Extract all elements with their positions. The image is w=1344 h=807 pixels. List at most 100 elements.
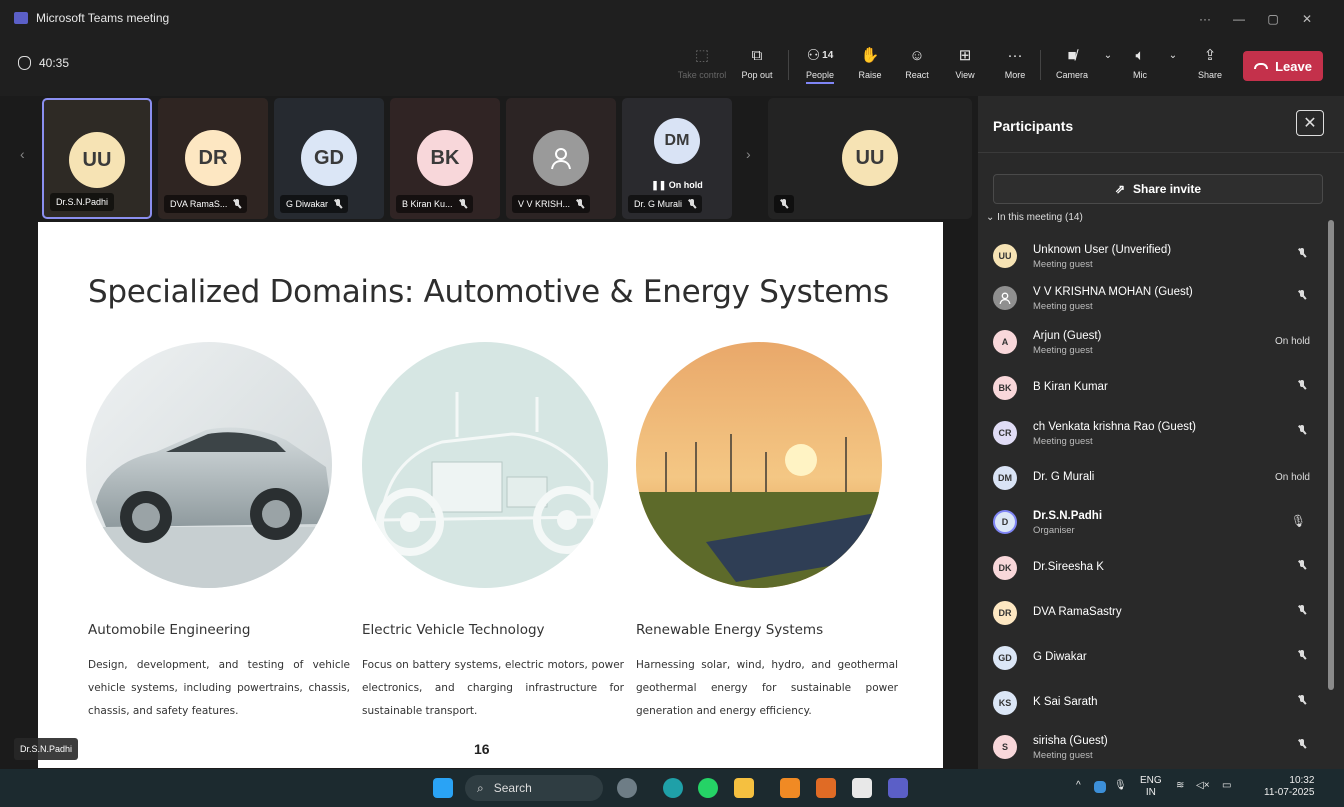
video-tile[interactable]: BK B Kiran Ku...: [390, 98, 500, 219]
chevron-up-icon[interactable]: ^: [1076, 780, 1081, 792]
raise-hand-button[interactable]: ✋ Raise: [848, 44, 892, 80]
edge-browser-icon[interactable]: [663, 778, 683, 798]
widgets-icon[interactable]: [617, 778, 637, 798]
view-button[interactable]: ⊞ View: [943, 44, 987, 80]
participant-name: DVA RamaSastry: [1033, 606, 1122, 618]
take-control-button[interactable]: ⬚ Take control: [677, 44, 727, 80]
close-window-button[interactable]: ✕: [1290, 8, 1324, 30]
video-tile[interactable]: UU: [768, 98, 972, 219]
microphone-icon[interactable]: 🎙︎: [1114, 780, 1127, 792]
leave-button[interactable]: Leave: [1243, 51, 1323, 81]
person-icon: [999, 292, 1011, 305]
take-control-label: Take control: [677, 70, 727, 80]
timer-text: 40:35: [39, 56, 70, 70]
avatar: [993, 286, 1017, 310]
video-tile[interactable]: V V KRISH...: [506, 98, 616, 219]
panel-scrollbar[interactable]: [1328, 220, 1334, 690]
participant-row[interactable]: KS K Sai Sarath: [978, 683, 1328, 723]
share-invite-button[interactable]: ⇗ Share invite: [993, 174, 1323, 204]
participant-name: Dr.Sireesha K: [1033, 561, 1104, 573]
share-button[interactable]: ⇪ Share: [1188, 44, 1232, 80]
in-meeting-section-toggle[interactable]: ⌄ In this meeting (14): [986, 212, 1083, 223]
share-invite-label: Share invite: [1133, 182, 1202, 196]
participant-row[interactable]: DM Dr. G Murali On hold: [978, 458, 1328, 498]
avatar: BK: [417, 130, 473, 186]
share-icon: ⇗: [1114, 182, 1126, 196]
column-title: Electric Vehicle Technology: [362, 622, 545, 638]
participant-row[interactable]: BK B Kiran Kumar: [978, 368, 1328, 408]
avatar: [533, 130, 589, 186]
on-hold-status: On hold: [1274, 336, 1310, 347]
people-count: 14: [822, 49, 834, 61]
avatar: GD: [993, 646, 1017, 670]
avatar: DR: [185, 130, 241, 186]
participant-row[interactable]: UU Unknown User (Unverified) Meeting gue…: [978, 236, 1328, 276]
participant-row[interactable]: DR DVA RamaSastry: [978, 593, 1328, 633]
video-tile[interactable]: GD G Diwakar: [274, 98, 384, 219]
camera-button[interactable]: ■̸ Camera: [1050, 44, 1094, 81]
tile-name-text: V V KRISH...: [518, 199, 571, 209]
pop-out-button[interactable]: ⧉ Pop out: [735, 44, 779, 81]
share-label: Share: [1197, 70, 1223, 80]
ev-illustration: [362, 342, 608, 588]
store-icon[interactable]: [852, 778, 872, 798]
window-title: Microsoft Teams meeting: [36, 11, 170, 25]
whatsapp-icon[interactable]: [698, 778, 718, 798]
avatar: DK: [993, 556, 1017, 580]
language-indicator[interactable]: ENG IN: [1140, 775, 1162, 799]
tile-name: [774, 195, 794, 213]
shared-content-stage: Specialized Domains: Automotive & Energy…: [0, 222, 978, 769]
tray-app-icon[interactable]: [1094, 781, 1106, 793]
participant-row[interactable]: DK Dr.Sireesha K: [978, 548, 1328, 588]
mic-button[interactable]: 🔈︎ Mic: [1118, 44, 1162, 81]
app-icon[interactable]: [816, 778, 836, 798]
mic-off-icon: [780, 199, 788, 209]
participant-row[interactable]: V V KRISHNA MOHAN (Guest) Meeting guest: [978, 278, 1328, 318]
participant-name: V V KRISHNA MOHAN (Guest): [1033, 286, 1193, 298]
clock[interactable]: 10:32 11-07-2025: [1264, 775, 1314, 799]
participant-row[interactable]: D Dr.S.N.Padhi Organiser 🎙︎: [978, 502, 1328, 542]
people-button[interactable]: ⚇ 14 People: [798, 44, 842, 84]
chevron-down-icon: ⌄: [1168, 49, 1178, 61]
mic-off-icon: [1298, 650, 1306, 663]
avatar: S: [993, 735, 1017, 759]
gallery-next-arrow[interactable]: ›: [746, 146, 751, 162]
more-button[interactable]: ··· More: [993, 44, 1037, 81]
app-icon[interactable]: [780, 778, 800, 798]
column-title: Renewable Energy Systems: [636, 622, 824, 638]
participant-row[interactable]: A Arjun (Guest) Meeting guest On hold: [978, 322, 1328, 362]
mic-options-chevron[interactable]: ⌄: [1163, 44, 1183, 66]
video-tile[interactable]: DR DVA RamaS...: [158, 98, 268, 219]
volume-icon[interactable]: ◁×: [1196, 780, 1210, 792]
avatar: DM: [993, 466, 1017, 490]
file-explorer-icon[interactable]: [734, 778, 754, 798]
close-panel-button[interactable]: ✕: [1296, 110, 1324, 136]
slide-title: Specialized Domains: Automotive & Energy…: [88, 274, 889, 310]
on-hold-indicator: ❚❚ On hold: [651, 180, 703, 190]
participant-row[interactable]: S sirisha (Guest) Meeting guest: [978, 727, 1328, 767]
teams-taskbar-icon[interactable]: [888, 778, 908, 798]
windows-start-icon[interactable]: [433, 778, 453, 798]
participant-row[interactable]: CR ch Venkata krishna Rao (Guest) Meetin…: [978, 413, 1328, 453]
video-tile[interactable]: UU Dr.S.N.Padhi: [42, 98, 152, 219]
tile-name: G Diwakar: [280, 195, 349, 213]
camera-options-chevron[interactable]: ⌄: [1098, 44, 1118, 66]
react-button[interactable]: ☺ React: [895, 44, 939, 81]
minimize-button[interactable]: —: [1222, 8, 1256, 30]
raise-label: Raise: [858, 70, 882, 80]
window-more-button[interactable]: ···: [1188, 8, 1222, 30]
gallery-prev-arrow[interactable]: ‹: [20, 146, 25, 162]
restore-button[interactable]: ▢: [1256, 8, 1290, 30]
pop-out-icon: ⧉: [751, 46, 763, 64]
participant-row[interactable]: GD G Diwakar: [978, 638, 1328, 678]
mic-off-icon: [688, 199, 696, 209]
avatar: UU: [993, 244, 1017, 268]
meeting-timer: 40:35: [18, 56, 69, 70]
wifi-icon[interactable]: ≋: [1176, 780, 1184, 792]
battery-icon[interactable]: ▭: [1222, 780, 1231, 792]
taskbar-search[interactable]: ⌕ Search: [465, 775, 603, 801]
lang-text: ENG: [1140, 775, 1162, 786]
video-tile[interactable]: DM ❚❚ On hold Dr. G Murali: [622, 98, 732, 219]
on-hold-text: On hold: [668, 180, 703, 190]
column-text: Focus on battery systems, electric motor…: [362, 659, 624, 717]
